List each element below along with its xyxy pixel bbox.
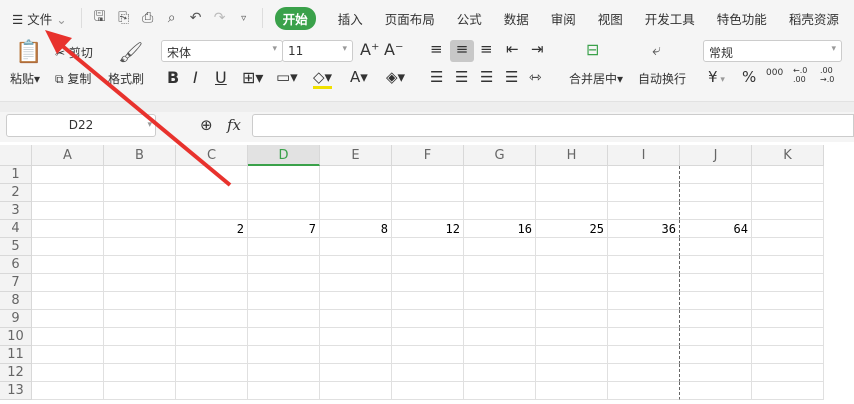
annotation-arrow xyxy=(45,30,232,187)
arrow-shaft xyxy=(58,42,232,187)
